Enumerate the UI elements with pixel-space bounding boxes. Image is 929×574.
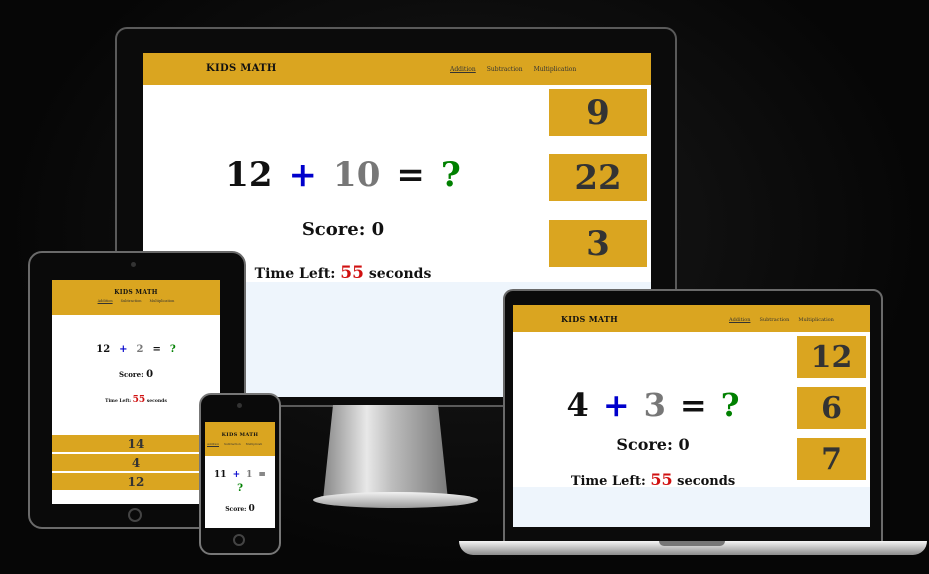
equation-number-1: 11 — [214, 470, 227, 480]
equals-sign: = — [679, 386, 707, 424]
time-value: 55 — [132, 395, 146, 405]
phone-home-button — [233, 534, 245, 546]
time-unit: seconds — [368, 266, 432, 282]
score-label: Score: — [616, 435, 673, 454]
score-label: Score: — [301, 219, 366, 240]
phone-screen: KIDS MATH Addition Subtraction Multiplic… — [205, 422, 275, 528]
laptop-device: KIDS MATH Addition Subtraction Multiplic… — [459, 289, 927, 555]
answer-button-1[interactable]: 9 — [549, 89, 647, 136]
tablet-camera — [131, 262, 136, 267]
score-value: 0 — [248, 504, 255, 514]
brand-logo[interactable]: KIDS MATH — [561, 314, 618, 324]
answer-button-3[interactable]: 7 — [797, 438, 866, 480]
equation-operator: + — [288, 155, 318, 195]
phone-camera — [237, 403, 242, 408]
answer-button-2[interactable]: 22 — [549, 154, 647, 201]
equation: 11 + 1 = — [205, 469, 275, 481]
time-unit: seconds — [146, 399, 167, 404]
equation-number-2: 2 — [136, 343, 144, 355]
nav-links: Addition Subtraction Multiplicati — [207, 442, 262, 446]
score-value: 0 — [371, 219, 385, 240]
equation-number-2: 1 — [246, 470, 253, 480]
nav-addition[interactable]: Addition — [450, 66, 476, 73]
navbar: KIDS MATH Addition Subtraction Multiplic… — [205, 422, 275, 456]
equation-number-1: 12 — [225, 155, 273, 195]
equation-number-1: 12 — [96, 343, 111, 355]
equation-unknown-row: ? — [205, 482, 275, 494]
nav-addition[interactable]: Addition — [98, 299, 113, 303]
score: Score: 0 — [573, 435, 733, 454]
tablet-screen: KIDS MATH Addition Subtraction Multiplic… — [52, 280, 220, 504]
score: Score: 0 — [52, 369, 220, 380]
unknown-answer: ? — [169, 343, 176, 355]
equals-sign: = — [152, 343, 161, 355]
answer-button-2[interactable]: 6 — [797, 387, 866, 429]
score-label: Score: — [118, 370, 144, 379]
brand-logo[interactable]: KIDS MATH — [52, 289, 220, 296]
unknown-answer: ? — [440, 155, 461, 195]
answer-button-1[interactable]: 14 — [52, 435, 220, 452]
answer-button-3[interactable]: 12 — [52, 473, 220, 490]
answer-button-2[interactable]: 4 — [52, 454, 220, 471]
equation-operator: + — [602, 386, 630, 424]
score: Score: 0 — [205, 504, 275, 514]
nav-multiplication[interactable]: Multiplication — [798, 317, 834, 323]
answer-button-1[interactable]: 12 — [797, 336, 866, 378]
navbar: KIDS MATH Addition Subtraction Multiplic… — [143, 53, 651, 85]
nav-multiplication[interactable]: Multiplication — [150, 299, 175, 303]
nav-addition[interactable]: Addition — [207, 442, 219, 446]
phone-device: KIDS MATH Addition Subtraction Multiplic… — [199, 393, 281, 555]
equation-number-1: 4 — [566, 386, 589, 424]
equals-sign: = — [396, 155, 425, 195]
monitor-stand — [323, 405, 448, 500]
time-label: Time Left: — [254, 266, 336, 282]
tablet-home-button — [128, 508, 142, 522]
nav-subtraction[interactable]: Subtraction — [759, 317, 789, 323]
brand-logo[interactable]: KIDS MATH — [206, 63, 277, 74]
laptop-notch — [659, 541, 725, 546]
nav-multiplication[interactable]: Multiplication — [534, 66, 577, 73]
laptop-screen: KIDS MATH Addition Subtraction Multiplic… — [513, 305, 870, 527]
equation-operator: + — [119, 343, 128, 355]
navbar: KIDS MATH Addition Subtraction Multiplic… — [513, 305, 870, 332]
score-label: Score: — [225, 506, 247, 513]
navbar: KIDS MATH Addition Subtraction Multiplic… — [52, 280, 220, 315]
unknown-answer: ? — [237, 482, 243, 494]
equation: 4 + 3 = ? — [543, 385, 763, 425]
nav-subtraction[interactable]: Subtraction — [487, 66, 523, 73]
equation: 12 + 2 = ? — [52, 341, 220, 357]
nav-addition[interactable]: Addition — [729, 317, 750, 323]
score: Score: 0 — [253, 219, 433, 240]
time-value: 55 — [340, 263, 364, 283]
nav-multiplication[interactable]: Multiplicati — [246, 442, 262, 446]
nav-links: Addition Subtraction Multiplication — [729, 317, 834, 323]
equation-number-2: 10 — [333, 155, 381, 195]
nav-links: Addition Subtraction Multiplication — [52, 299, 220, 303]
equals-sign: = — [258, 470, 266, 480]
nav-subtraction[interactable]: Subtraction — [121, 299, 142, 303]
equation: 12 + 10 = ? — [203, 153, 483, 197]
equation-operator: + — [232, 470, 241, 480]
answer-button-3[interactable]: 3 — [549, 220, 647, 267]
time-left: Time Left: 55 seconds — [233, 263, 453, 283]
score-value: 0 — [146, 369, 154, 380]
equation-number-2: 3 — [643, 386, 666, 424]
nav-subtraction[interactable]: Subtraction — [224, 442, 241, 446]
brand-logo[interactable]: KIDS MATH — [205, 432, 275, 438]
lower-area — [513, 487, 870, 527]
score-value: 0 — [678, 435, 690, 454]
time-left: Time Left: 55 seconds — [52, 395, 220, 405]
monitor-stand-base — [313, 492, 478, 508]
time-label: Time Left: — [105, 399, 132, 404]
unknown-answer: ? — [720, 386, 740, 424]
nav-links: Addition Subtraction Multiplication — [450, 66, 576, 73]
